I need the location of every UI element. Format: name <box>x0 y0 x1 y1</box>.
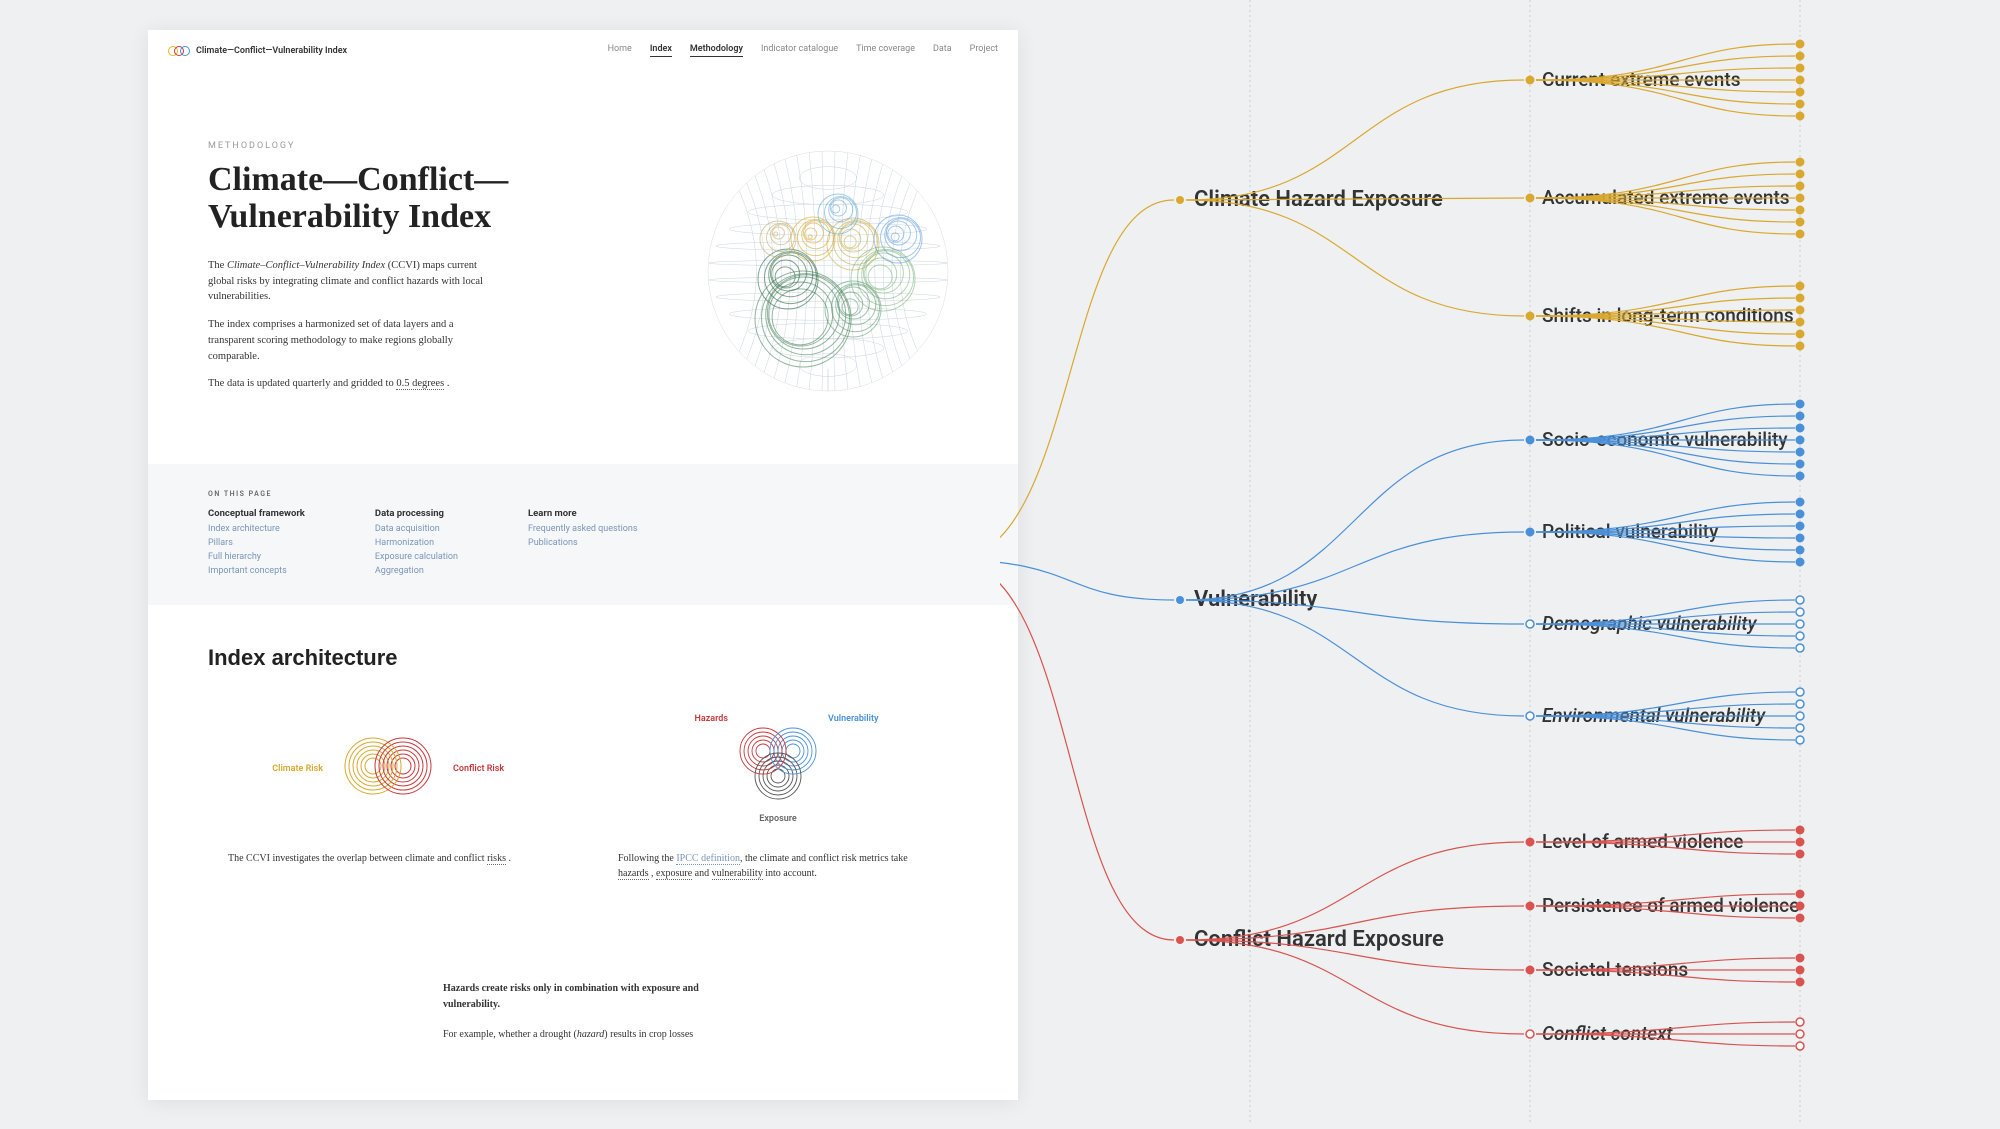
toc-link[interactable]: Pillars <box>208 537 305 551</box>
toc-link[interactable]: Harmonization <box>375 537 458 551</box>
nav-data[interactable]: Data <box>933 44 952 57</box>
logo-icon <box>168 46 190 56</box>
link-ipcc[interactable]: IPCC definition <box>676 853 740 865</box>
hero: METHODOLOGY Climate—Conflict—Vulnerabili… <box>148 71 1018 464</box>
venn2-hazards-label: Hazards <box>695 714 729 724</box>
brand-text: Climate—Conflict—Vulnerability Index <box>196 46 347 56</box>
toc-link[interactable]: Frequently asked questions <box>528 523 638 537</box>
venn2-vuln-label: Vulnerability <box>828 714 879 724</box>
venn2-exposure-label: Exposure <box>759 814 797 824</box>
arch-p2: Following the IPCC definition, the clima… <box>598 851 958 881</box>
nav-time[interactable]: Time coverage <box>856 44 915 57</box>
toc-link[interactable]: Publications <box>528 537 638 551</box>
nav-catalogue[interactable]: Indicator catalogue <box>761 44 838 57</box>
arch-p1: The CCVI investigates the overlap betwee… <box>208 851 568 881</box>
nav-index[interactable]: Index <box>650 44 672 57</box>
venn-ipcc: Hazards Vulnerability Exposure <box>598 701 958 831</box>
toc-link[interactable]: Exposure calculation <box>375 551 458 565</box>
nav-methodology[interactable]: Methodology <box>690 44 743 57</box>
link-resolution[interactable]: 0.5 degrees <box>396 378 444 390</box>
venn-risks: Climate Risk Conflict Risk <box>208 701 568 831</box>
toc: ON THIS PAGE Conceptual framework Index a… <box>148 464 1018 605</box>
toc-heading: Data processing <box>375 508 458 519</box>
toc-link[interactable]: Index architecture <box>208 523 305 537</box>
page-title: Climate—Conflict—Vulnerability Index <box>208 161 668 236</box>
intro: The Climate–Conflict–Vulnerability Index… <box>208 258 668 392</box>
toc-heading: Conceptual framework <box>208 508 305 519</box>
toc-link[interactable]: Aggregation <box>375 565 458 579</box>
page-card: Climate—Conflict—Vulnerability Index Hom… <box>148 30 1018 1100</box>
section-architecture: Index architecture Climate Risk Conflict… <box>148 605 1018 921</box>
nav-links: Home Index Methodology Indicator catalog… <box>608 44 998 57</box>
toc-label: ON THIS PAGE <box>208 490 958 498</box>
nav-project[interactable]: Project <box>970 44 998 57</box>
venn1-right-label: Conflict Risk <box>453 764 504 774</box>
arch-title: Index architecture <box>208 645 958 671</box>
section-below: Hazards create risks only in combination… <box>148 951 1018 1087</box>
eyebrow: METHODOLOGY <box>208 141 668 151</box>
toc-link[interactable]: Data acquisition <box>375 523 458 537</box>
toc-heading: Learn more <box>528 508 638 519</box>
navbar: Climate—Conflict—Vulnerability Index Hom… <box>148 30 1018 71</box>
hierarchy-tree: Climate Hazard ExposureCurrent extreme e… <box>1000 0 2000 1125</box>
globe-image: /*placeholder*/ <box>698 141 958 401</box>
nav-home[interactable]: Home <box>608 44 632 57</box>
toc-link[interactable]: Important concepts <box>208 565 305 579</box>
venn1-left-label: Climate Risk <box>272 764 323 774</box>
toc-link[interactable]: Full hierarchy <box>208 551 305 565</box>
